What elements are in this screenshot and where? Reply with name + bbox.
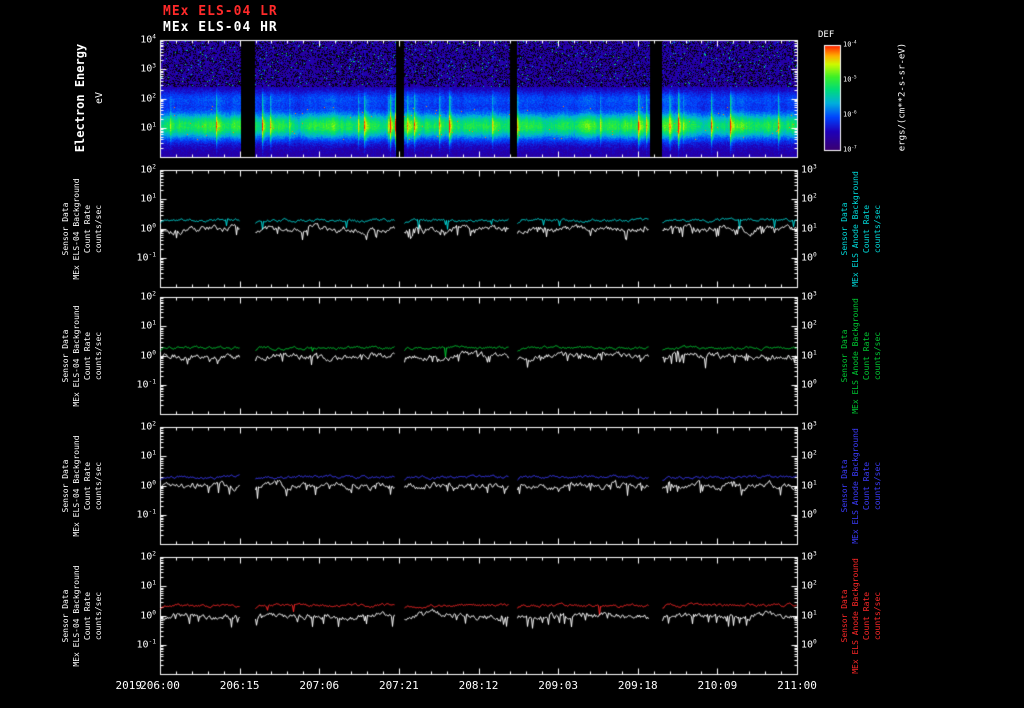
x-tick-label: 209:03: [538, 679, 578, 692]
panel-y-tick-label-right: 103: [801, 550, 817, 563]
x-axis-year-label: 2019: [115, 679, 143, 692]
panel-right-axis-label: counts/sec: [873, 204, 882, 253]
colorbar-tick-label: 10-5: [843, 75, 857, 84]
panel-y-tick-label-left: 102: [140, 420, 156, 433]
panel-y-tick-label-right: 100: [801, 508, 817, 521]
panel-y-tick-label-right: 101: [801, 478, 817, 492]
x-tick-label: 211:00: [777, 679, 817, 692]
spectrogram-figure: MEx ELS-04 LR MEx ELS-04 HR Electron Ene…: [0, 0, 1024, 708]
panel-y-tick-label-left: 100: [140, 608, 156, 622]
panel-y-tick-label-left: 102: [140, 550, 156, 563]
panel-y-tick-label-right: 102: [801, 192, 817, 205]
panel-left-axis-label: Count Rate: [83, 204, 92, 253]
panel-y-tick-label-left: 101: [140, 449, 156, 462]
panel-left-axis-label: counts/sec: [94, 331, 103, 380]
panel-right-axis-label: MEx ELS Anode Background: [851, 427, 860, 544]
colorbar-title: DEF: [818, 30, 835, 40]
panel-y-tick-label-right: 101: [801, 221, 817, 235]
panel-y-tick-label-left: 100: [140, 478, 156, 492]
panel-left-axis-label: Count Rate: [83, 591, 92, 640]
colorbar-tick-label: 10-6: [843, 110, 857, 119]
panel-y-tick-label-right: 103: [801, 163, 817, 176]
panel-y-tick-label-right: 101: [801, 348, 817, 362]
panel-left-axis-label: Count Rate: [83, 331, 92, 380]
panel-y-tick-label-left: 102: [140, 163, 156, 176]
panel-right-axis-label: Count Rate: [862, 331, 871, 380]
panel-y-tick-label-right: 100: [801, 378, 817, 391]
spectrogram-y-tick-label: 102: [140, 91, 156, 105]
spectrogram-y-tick-label: 103: [140, 62, 156, 75]
panel-right-axis-label: Sensor Data: [840, 202, 849, 255]
panel-y-tick-label-right: 100: [801, 638, 817, 651]
x-tick-label: 206:00: [140, 679, 180, 692]
panel-left-axis-label: counts/sec: [94, 204, 103, 253]
colorbar-unit-label: ergs/(cm**2-s-sr-eV): [897, 42, 908, 152]
spectrogram-y-axis-label: Electron Energy: [73, 43, 87, 153]
panel-y-tick-label-right: 102: [801, 319, 817, 332]
panel-left-axis-label: Sensor Data: [61, 459, 70, 512]
x-tick-label: 207:06: [299, 679, 340, 692]
panel-right-axis-label: Sensor Data: [840, 329, 849, 382]
spectrogram-y-tick-label: 101: [140, 121, 156, 134]
panel-y-tick-label-left: 100: [140, 221, 156, 235]
panel-right-axis-label: counts/sec: [873, 461, 882, 510]
panel-y-tick-label-right: 103: [801, 420, 817, 433]
panel-y-tick-label-left: 100: [140, 348, 156, 362]
panel-right-axis-label: Count Rate: [862, 204, 871, 253]
spectrogram-y-tick-label: 104: [140, 33, 156, 46]
x-tick-label: 206:15: [219, 679, 260, 692]
x-tick-label: 209:18: [617, 679, 658, 692]
panel-y-tick-label-left: 102: [140, 290, 156, 303]
panel-right-axis-label: counts/sec: [873, 591, 882, 640]
panel-y-tick-label-right: 102: [801, 449, 817, 462]
panel-y-tick-label-left: 101: [140, 192, 156, 205]
panel-y-tick-label-left: 10-1: [136, 378, 157, 391]
panel-y-tick-label-right: 103: [801, 290, 817, 303]
panel-y-tick-label-left: 101: [140, 579, 156, 592]
panel-right-axis-label: counts/sec: [873, 331, 882, 380]
panel-left-axis-label: MEx ELS-04 Background: [72, 564, 81, 667]
panel-y-tick-label-right: 101: [801, 608, 817, 622]
panel-left-axis-label: Sensor Data: [61, 329, 70, 382]
panel-y-tick-label-right: 100: [801, 251, 817, 264]
panel-left-axis-label: Sensor Data: [61, 202, 70, 255]
panel-right-axis-label: Sensor Data: [840, 589, 849, 642]
x-tick-label: 210:09: [697, 679, 738, 692]
plot-title-hr: MEx ELS-04 HR: [163, 20, 278, 35]
x-tick-label: 208:12: [458, 679, 499, 692]
panel-right-axis-label: Sensor Data: [840, 459, 849, 512]
panel-left-axis-label: MEx ELS-04 Background: [72, 177, 81, 280]
panel-right-axis-label: MEx ELS Anode Background: [851, 557, 860, 674]
panel-left-axis-label: MEx ELS-04 Background: [72, 304, 81, 407]
plot-title-lr: MEx ELS-04 LR: [163, 4, 278, 19]
panel-y-tick-label-left: 10-1: [136, 508, 157, 521]
panel-left-axis-label: counts/sec: [94, 591, 103, 640]
panel-y-tick-label-right: 102: [801, 579, 817, 592]
panel-y-tick-label-left: 101: [140, 319, 156, 332]
spectrogram-y-axis-unit: eV: [94, 91, 105, 105]
panel-right-axis-label: Count Rate: [862, 591, 871, 640]
panel-left-axis-label: Count Rate: [83, 461, 92, 510]
panel-right-axis-label: MEx ELS Anode Background: [851, 297, 860, 414]
panel-left-axis-label: counts/sec: [94, 461, 103, 510]
panel-left-axis-label: Sensor Data: [61, 589, 70, 642]
colorbar-tick-label: 10-4: [843, 40, 857, 49]
panel-right-axis-label: MEx ELS Anode Background: [851, 170, 860, 287]
panel-y-tick-label-left: 10-1: [136, 251, 157, 264]
panel-right-axis-label: Count Rate: [862, 461, 871, 510]
x-tick-label: 207:21: [379, 679, 419, 692]
colorbar-tick-label: 10-7: [843, 145, 857, 154]
panel-y-tick-label-left: 10-1: [136, 638, 157, 651]
panel-left-axis-label: MEx ELS-04 Background: [72, 434, 81, 537]
